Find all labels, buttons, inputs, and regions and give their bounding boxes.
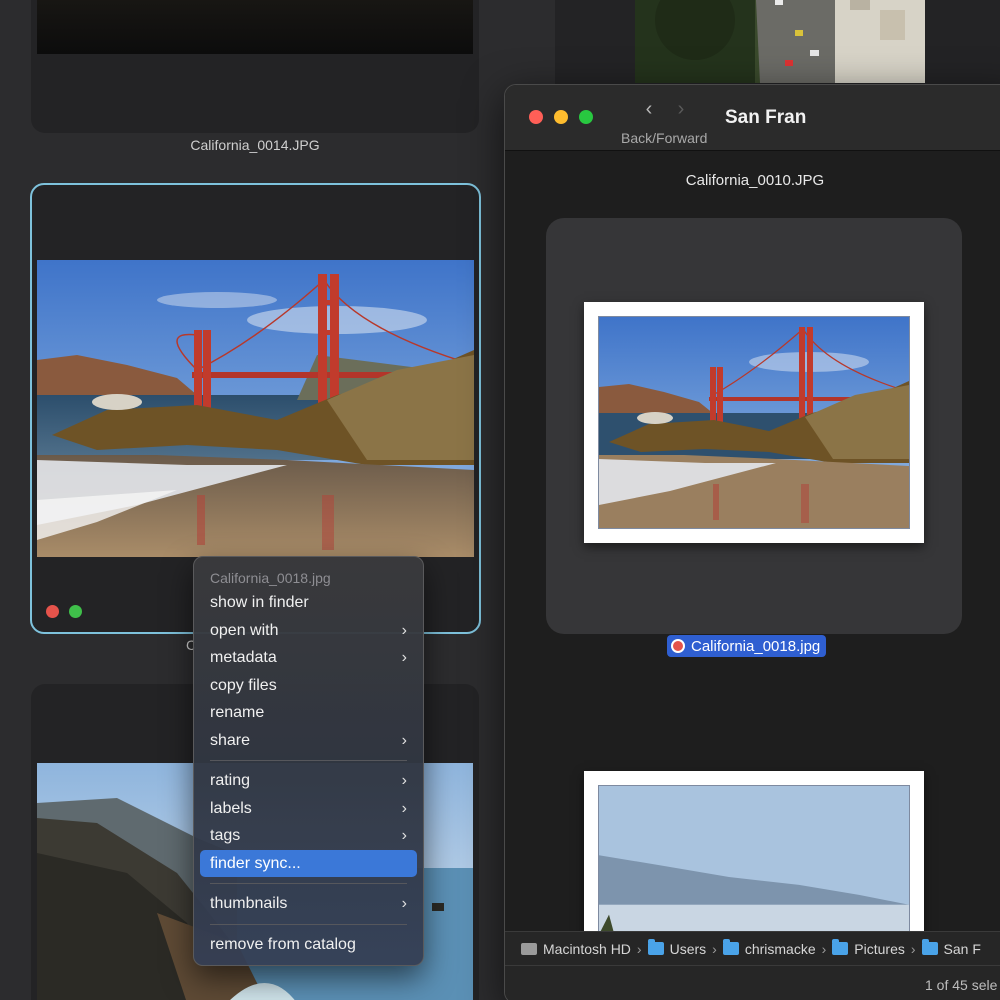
path-separator-icon: ›: [821, 940, 827, 957]
menu-item-label: thumbnails: [210, 895, 288, 912]
menu-item-show-in-finder[interactable]: show in finder: [200, 589, 417, 617]
finder-window: ‹ › Back/Forward San Fran California_001…: [504, 84, 1000, 1000]
menu-item-tags[interactable]: tags ›: [200, 822, 417, 850]
menu-item-label: share: [210, 731, 251, 749]
menu-separator: [210, 923, 407, 925]
chevron-right-icon: ›: [401, 895, 407, 912]
thumbnail-image[interactable]: [37, 0, 473, 54]
menu-item-label: rating: [210, 772, 251, 789]
folder-icon: [921, 939, 938, 955]
folder-icon: [832, 939, 849, 955]
menu-item-finder-sync[interactable]: finder sync...: [200, 849, 417, 877]
zoom-button[interactable]: [579, 110, 593, 124]
hard-drive-icon: [521, 942, 537, 955]
selected-file-name: California_0018.jpg: [691, 637, 821, 655]
menu-item-remove-from-catalog[interactable]: remove from catalog: [200, 931, 417, 959]
path-item-label: Users: [669, 940, 707, 957]
path-item-label: Macintosh HD: [543, 940, 631, 957]
menu-header: California_0018.jpg: [210, 570, 331, 586]
menu-item-label: metadata: [210, 649, 277, 666]
path-separator-icon: ›: [712, 940, 717, 957]
menu-item-label: copy files: [210, 676, 277, 694]
menu-item-rename[interactable]: rename: [200, 699, 417, 727]
chevron-right-icon: ›: [401, 731, 407, 749]
folder-icon: [647, 939, 664, 955]
icon-preview-card[interactable]: [546, 218, 962, 634]
menu-item-share[interactable]: share ›: [200, 727, 417, 755]
menu-item-rating[interactable]: rating ›: [200, 767, 417, 795]
window-titlebar: ‹ › Back/Forward San Fran: [505, 85, 1000, 151]
menu-item-copy-files[interactable]: copy files: [200, 672, 417, 700]
thumbnail-image[interactable]: [37, 260, 474, 557]
menu-item-label: remove from catalog: [210, 935, 356, 953]
thumbnail-image[interactable]: [635, 0, 925, 83]
close-button[interactable]: [529, 110, 543, 124]
home-folder-icon: [722, 939, 739, 955]
green-label-dot: [69, 605, 82, 618]
minimize-button[interactable]: [554, 110, 568, 124]
chevron-right-icon: ›: [401, 649, 407, 666]
path-item[interactable]: San F: [921, 939, 981, 957]
menu-separator: [210, 883, 407, 884]
context-menu: California_0018.jpg show in finder open …: [193, 556, 424, 966]
menu-item-label: finder sync...: [210, 854, 301, 872]
menu-item-label: tags: [210, 827, 241, 844]
path-item-label: Pictures: [854, 940, 905, 957]
path-item[interactable]: Users: [647, 939, 707, 957]
menu-item-label: rename: [210, 704, 265, 721]
window-title: San Fran: [725, 107, 807, 128]
menu-separator: [210, 760, 407, 761]
menu-item-open-with[interactable]: open with ›: [200, 617, 417, 645]
menu-item-labels[interactable]: labels ›: [200, 795, 417, 823]
red-label-dot: [46, 605, 59, 618]
path-separator-icon: ›: [636, 940, 642, 957]
status-bar: 1 of 45 sele: [505, 965, 1000, 1000]
chevron-right-icon: ›: [401, 621, 407, 639]
menu-item-thumbnails[interactable]: thumbnails ›: [200, 890, 417, 918]
path-separator-icon: ›: [910, 940, 916, 957]
menu-item-metadata[interactable]: metadata ›: [200, 644, 417, 672]
preview-filename: California_0010.JPG: [685, 172, 825, 189]
photo-thumbnail[interactable]: [584, 302, 924, 543]
menu-item-label: labels: [210, 799, 252, 817]
back-forward-caption: Back/Forward: [621, 130, 708, 146]
selected-file-label[interactable]: California_0018.jpg: [667, 635, 827, 657]
menu-item-label: show in finder: [210, 594, 309, 611]
grid-cell[interactable]: [31, 0, 479, 133]
chevron-right-icon: ›: [401, 799, 407, 817]
chevron-right-icon: ›: [401, 772, 407, 789]
grid-cell-caption: California_0014.JPG: [190, 137, 320, 153]
path-item[interactable]: chrismacke: [722, 939, 816, 957]
red-tag-icon: [671, 639, 685, 653]
path-item-label: chrismacke: [744, 940, 816, 957]
path-item[interactable]: Macintosh HD: [521, 941, 631, 957]
path-bar: Macintosh HD › Users › chrismacke › Pict…: [505, 931, 1000, 965]
back-arrow-icon[interactable]: ‹: [639, 99, 659, 119]
chevron-right-icon: ›: [401, 827, 407, 844]
path-item-label: San F: [943, 940, 981, 957]
menu-item-label: open with: [210, 621, 279, 639]
path-item[interactable]: Pictures: [832, 939, 905, 957]
forward-arrow-icon[interactable]: ›: [671, 99, 691, 119]
selection-count: 1 of 45 sele: [925, 977, 998, 993]
